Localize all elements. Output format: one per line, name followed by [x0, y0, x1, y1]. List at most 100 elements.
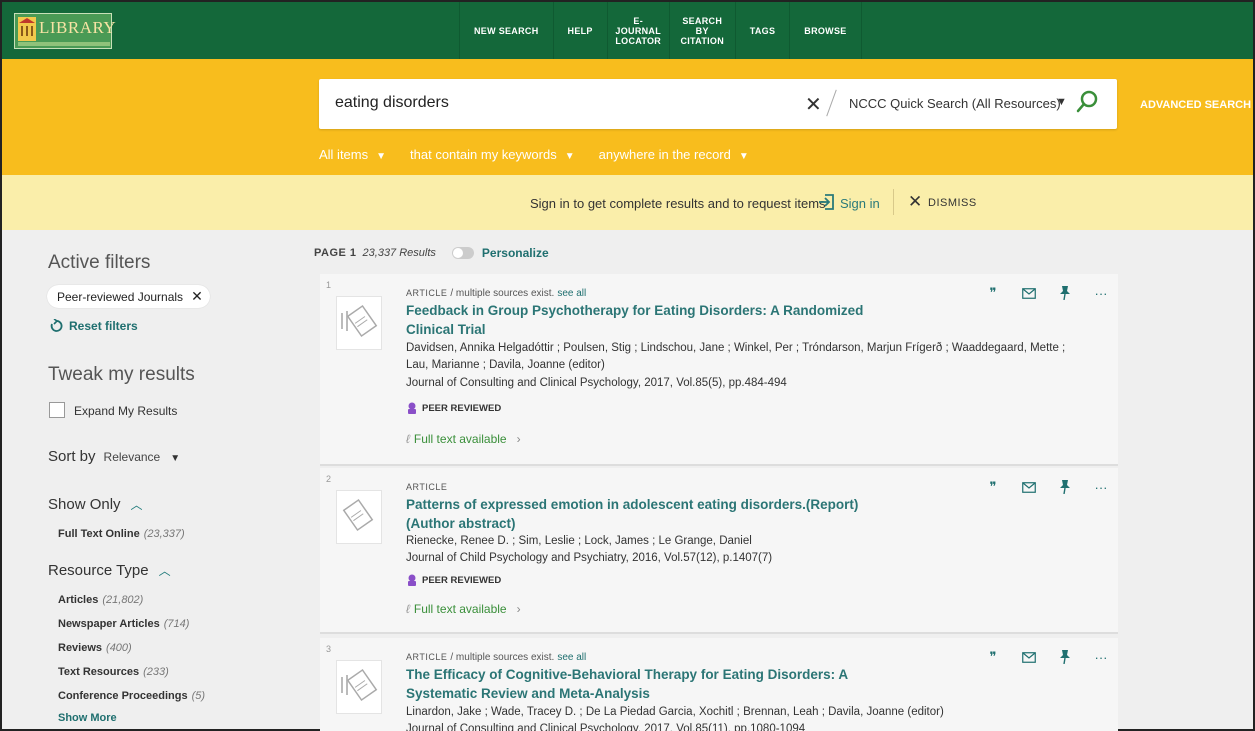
show-more-link[interactable]: Show More [58, 712, 117, 724]
page-number: PAGE 1 [314, 247, 357, 259]
scope-caret-icon[interactable]: ▼ [1056, 96, 1067, 108]
active-filters-title: Active filters [48, 252, 151, 273]
result-title[interactable]: The Efficacy of Cognitive-Behavioral The… [406, 665, 886, 703]
logo-subtitle-strip [18, 42, 110, 46]
facet-full-text-online[interactable]: Full Text Online (23,337) [58, 528, 185, 540]
active-filter-chip[interactable]: Peer-reviewed Journals ✕ [47, 285, 210, 308]
dismiss-icon[interactable]: ✕ [908, 192, 922, 212]
result-journal: Journal of Child Psychology and Psychiat… [406, 552, 773, 564]
sort-by-label: Sort by [48, 448, 96, 465]
search-refiners: All items ▼ that contain my keywords ▼ any… [319, 147, 749, 162]
peer-reviewed-icon [408, 402, 416, 414]
more-options-icon[interactable]: ··· [1093, 650, 1109, 665]
facet-label: Text Resources [58, 666, 140, 678]
facet-conference-proceedings[interactable]: Conference Proceedings (5) [58, 690, 205, 702]
email-icon[interactable] [1021, 650, 1037, 664]
dismiss-button[interactable]: DISMISS [928, 197, 977, 209]
pin-icon[interactable] [1057, 650, 1073, 664]
result-title-line: Patterns of expressed emotion in adolesc… [406, 497, 859, 512]
sign-in-message: Sign in to get complete results and to r… [530, 196, 826, 211]
result-actions: ❞ ··· [985, 285, 1109, 301]
search-scope-select[interactable]: NCCC Quick Search (All Resources) [849, 96, 1061, 111]
result-item[interactable]: 1 ARTICLE / multiple sources exist. see … [320, 274, 1118, 466]
sources-note: / multiple sources exist. [450, 652, 555, 663]
full-text-link[interactable]: ℓ Full text available › [406, 432, 521, 446]
result-actions: ❞ ··· [985, 649, 1109, 665]
citation-icon[interactable]: ❞ [985, 479, 1001, 494]
email-icon[interactable] [1021, 480, 1037, 494]
tweak-results-title: Tweak my results [48, 364, 195, 385]
result-title-line: Feedback in Group Psychotherapy for Eati… [406, 303, 864, 318]
caret-down-icon: ▼ [564, 151, 575, 162]
facet-reviews[interactable]: Reviews (400) [58, 642, 132, 654]
search-box[interactable]: eating disorders ✕ NCCC Quick Search (Al… [319, 79, 1117, 129]
more-options-icon[interactable]: ··· [1093, 480, 1109, 495]
chevron-up-icon[interactable]: ︿ [159, 564, 171, 578]
nav-new-search[interactable]: NEW SEARCH [459, 2, 554, 59]
see-all-link[interactable]: see all [557, 288, 586, 299]
refine-keyword-mode[interactable]: that contain my keywords ▼ [410, 147, 575, 162]
facet-count: (233) [143, 666, 169, 678]
result-meta: ARTICLE [406, 482, 447, 492]
show-only-heading[interactable]: Show Only ︿ [48, 496, 143, 513]
facet-count: (714) [163, 618, 190, 630]
citation-icon[interactable]: ❞ [985, 285, 1001, 300]
result-item[interactable]: 3 ARTICLE / multiple sources exist. see … [320, 638, 1118, 731]
caret-down-icon: ▼ [738, 151, 749, 162]
expand-results-label[interactable]: Expand My Results [74, 404, 177, 418]
more-options-icon[interactable]: ··· [1093, 286, 1109, 301]
pin-icon[interactable] [1057, 480, 1073, 494]
search-input[interactable]: eating disorders [335, 94, 449, 112]
sort-caret-icon[interactable]: ▼ [170, 453, 180, 464]
show-only-title: Show Only [48, 496, 121, 513]
facet-text-resources[interactable]: Text Resources (233) [58, 666, 169, 678]
full-text-link[interactable]: ℓ Full text available › [406, 602, 521, 616]
citation-icon[interactable]: ❞ [985, 649, 1001, 664]
result-title-line: Systematic Review and Meta-Analysis [406, 686, 650, 701]
refine-keyword-mode-label: that contain my keywords [410, 147, 557, 162]
nav-e-journal-locator[interactable]: E-JOURNAL LOCATOR [608, 2, 670, 59]
result-type: ARTICLE [406, 288, 448, 298]
peer-reviewed-label: PEER REVIEWED [422, 402, 502, 414]
resource-type-title: Resource Type [48, 562, 149, 579]
peer-reviewed-icon [408, 574, 416, 586]
result-title[interactable]: Feedback in Group Psychotherapy for Eati… [406, 301, 886, 339]
result-item[interactable]: 2 ARTICLE Patterns of expressed emotion … [320, 468, 1118, 634]
remove-filter-icon[interactable]: ✕ [191, 288, 203, 305]
refine-item-type[interactable]: All items ▼ [319, 147, 386, 162]
advanced-search-link[interactable]: ADVANCED SEARCH [1140, 99, 1251, 111]
result-title[interactable]: Patterns of expressed emotion in adolesc… [406, 495, 886, 533]
reset-filters-button[interactable]: Reset filters [49, 319, 138, 333]
sign-in-link[interactable]: Sign in [840, 196, 880, 211]
clear-search-icon[interactable]: ✕ [805, 92, 822, 117]
full-text-label: Full text available [413, 432, 507, 446]
sort-select[interactable]: Relevance [104, 450, 161, 464]
nav-tags[interactable]: TAGS [736, 2, 791, 59]
nav-help[interactable]: HELP [554, 2, 608, 59]
result-authors: Rienecke, Renee D. ; Sim, Leslie ; Lock,… [406, 535, 752, 547]
email-icon[interactable] [1021, 286, 1037, 300]
library-building-icon [18, 17, 36, 41]
personalize-label[interactable]: Personalize [482, 246, 549, 260]
pin-icon[interactable] [1057, 286, 1073, 300]
library-logo[interactable]: LIBRARY [14, 13, 116, 49]
search-icon[interactable] [1075, 89, 1101, 120]
refine-field[interactable]: anywhere in the record ▼ [599, 147, 749, 162]
chevron-right-icon: › [516, 432, 521, 446]
result-actions: ❞ ··· [985, 479, 1109, 495]
facet-newspaper-articles[interactable]: Newspaper Articles (714) [58, 618, 189, 630]
resource-type-heading[interactable]: Resource Type ︿ [48, 562, 171, 579]
facet-articles[interactable]: Articles (21,802) [58, 594, 143, 606]
link-icon: ℓ [406, 432, 410, 446]
expand-results-checkbox[interactable] [49, 402, 65, 418]
see-all-link[interactable]: see all [557, 652, 586, 663]
nav-browse[interactable]: BROWSE [790, 2, 862, 59]
facet-count: (21,802) [102, 594, 144, 606]
personalize-toggle[interactable] [451, 247, 474, 259]
facet-label: Reviews [58, 642, 103, 654]
chevron-up-icon[interactable]: ︿ [131, 498, 143, 512]
result-number: 2 [326, 474, 332, 484]
results-count: 23,337 Results [362, 247, 436, 259]
nav-search-by-citation[interactable]: SEARCH BY CITATION [670, 2, 736, 59]
sign-in-icon[interactable] [818, 193, 836, 216]
